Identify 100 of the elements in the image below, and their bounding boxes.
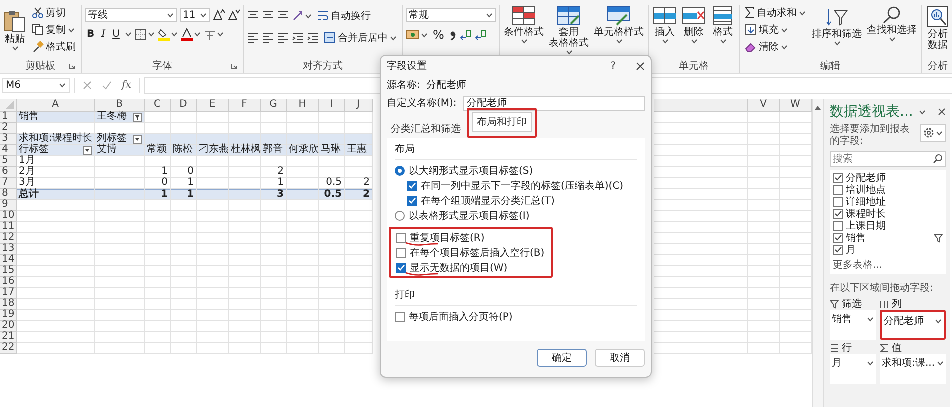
close-icon[interactable] <box>938 108 946 116</box>
field-chip[interactable]: 销售 <box>832 312 874 326</box>
checkbox[interactable] <box>407 180 417 190</box>
caret-icon[interactable] <box>421 32 428 38</box>
caret-icon[interactable] <box>200 12 207 18</box>
ribbon-button[interactable]: 插入 <box>652 5 678 45</box>
close-icon[interactable] <box>636 62 645 70</box>
column-header[interactable]: A <box>17 99 95 112</box>
caret-icon[interactable] <box>12 46 18 51</box>
caret-icon[interactable] <box>148 32 155 37</box>
field-name[interactable]: 详细地址 <box>846 195 886 209</box>
column-header[interactable]: B <box>95 99 145 112</box>
ribbon-button[interactable]: 自动换行 <box>315 8 373 24</box>
caret-icon[interactable] <box>834 41 840 46</box>
row-header[interactable]: 14 <box>0 255 17 266</box>
checkbox[interactable] <box>833 185 843 195</box>
caret-icon[interactable] <box>781 28 788 32</box>
caret-icon[interactable] <box>305 14 312 18</box>
ribbon-button[interactable]: 清除 <box>743 39 808 55</box>
ribbon-button[interactable]: 套用 表格格式 <box>548 5 590 56</box>
field-name[interactable]: 培训地点 <box>846 183 886 197</box>
scroll-up-icon[interactable] <box>814 105 822 111</box>
tab[interactable]: 分类汇总和筛选 <box>387 120 465 138</box>
caret-icon[interactable] <box>566 50 572 55</box>
caret-icon[interactable] <box>936 130 943 136</box>
fill-color-icon[interactable] <box>158 28 170 41</box>
caret-icon[interactable] <box>216 32 224 37</box>
row-header[interactable]: 9 <box>0 200 17 211</box>
filter-button-icon[interactable] <box>133 112 142 122</box>
caret-icon[interactable] <box>662 39 668 44</box>
settings-button[interactable] <box>920 124 946 142</box>
caret-icon[interactable] <box>170 32 178 37</box>
column-header[interactable]: F <box>229 99 261 112</box>
field-name[interactable]: 课程时长 <box>846 207 886 221</box>
checkbox[interactable] <box>396 262 406 272</box>
field-name[interactable]: 月 <box>846 243 856 257</box>
border-icon[interactable] <box>134 28 147 40</box>
search-icon[interactable] <box>933 154 943 164</box>
caret-icon[interactable] <box>781 44 788 50</box>
column-header[interactable]: D <box>171 99 197 112</box>
field-chip[interactable]: 月 <box>832 356 874 370</box>
row-header[interactable]: 21 <box>0 332 17 343</box>
caret-icon[interactable] <box>124 32 132 37</box>
font-grow-icon[interactable] <box>213 9 225 21</box>
column-header[interactable]: V <box>748 99 780 112</box>
caret-icon[interactable] <box>390 36 397 40</box>
format-button[interactable]: I <box>100 29 108 40</box>
check-icon[interactable] <box>102 81 112 90</box>
ribbon-button[interactable]: 合并后居中 <box>322 30 399 46</box>
dropdown[interactable]: 常规 <box>406 8 496 22</box>
row-header[interactable]: 19 <box>0 310 17 321</box>
column-header[interactable]: H <box>287 99 319 112</box>
dropdown-button-icon[interactable] <box>83 146 92 154</box>
caret-icon[interactable] <box>194 32 201 37</box>
row-header[interactable]: 22 <box>0 343 17 354</box>
caret-icon[interactable] <box>486 12 493 18</box>
row-header[interactable]: 5 <box>0 156 17 167</box>
ribbon-button[interactable]: 剪切 <box>30 5 78 21</box>
caret-icon[interactable] <box>799 10 806 16</box>
checkbox[interactable] <box>833 209 843 219</box>
radio-button[interactable] <box>395 166 405 176</box>
row-header[interactable]: 10 <box>0 211 17 222</box>
format-button[interactable]: U <box>110 29 122 40</box>
caret-icon[interactable] <box>937 360 944 366</box>
paste-button[interactable]: 粘贴 <box>3 5 27 52</box>
dropdown[interactable]: 等线 <box>85 8 177 22</box>
field-name[interactable]: 上课日期 <box>846 219 886 233</box>
checkbox[interactable] <box>833 233 843 243</box>
more-tables-link[interactable]: 更多表格... <box>833 258 883 272</box>
number-format-icon[interactable] <box>406 30 420 40</box>
field-chip[interactable]: 求和项:课... <box>882 356 944 370</box>
checkbox[interactable] <box>407 196 417 206</box>
row-header[interactable]: 7 <box>0 178 17 189</box>
dialog-button[interactable]: 取消 <box>595 349 645 367</box>
decimal-icon[interactable] <box>460 29 472 41</box>
dropdown-button-icon[interactable] <box>133 134 142 144</box>
row-header[interactable]: 12 <box>0 233 17 244</box>
column-header[interactable]: C <box>145 99 171 112</box>
caret-icon[interactable] <box>68 28 75 32</box>
caret-icon[interactable] <box>167 12 174 18</box>
ribbon-button[interactable]: 单元格样式 <box>593 5 645 45</box>
indent-icon[interactable] <box>307 32 319 44</box>
font-shrink-icon[interactable] <box>228 9 240 21</box>
help-button[interactable]: ? <box>608 60 618 72</box>
column-header[interactable]: I <box>319 99 345 112</box>
caret-icon[interactable] <box>935 318 942 324</box>
caret-icon[interactable] <box>867 360 874 366</box>
align-icon[interactable] <box>277 32 289 44</box>
ribbon-button[interactable]: 排序和筛选 <box>811 5 863 47</box>
column-header[interactable]: E <box>197 99 229 112</box>
caret-icon[interactable] <box>867 316 874 322</box>
row-header[interactable]: 18 <box>0 299 17 310</box>
row-header[interactable]: 13 <box>0 244 17 255</box>
indent-icon[interactable] <box>292 32 304 44</box>
dropdown[interactable]: 11 <box>180 8 210 22</box>
ribbon-button[interactable]: 查找和选择 <box>866 5 918 43</box>
ribbon-button[interactable]: 自动求和 <box>743 5 808 21</box>
row-header[interactable]: 3 <box>0 134 17 145</box>
caret-icon[interactable] <box>720 39 726 44</box>
column-header[interactable]: W <box>780 99 812 112</box>
